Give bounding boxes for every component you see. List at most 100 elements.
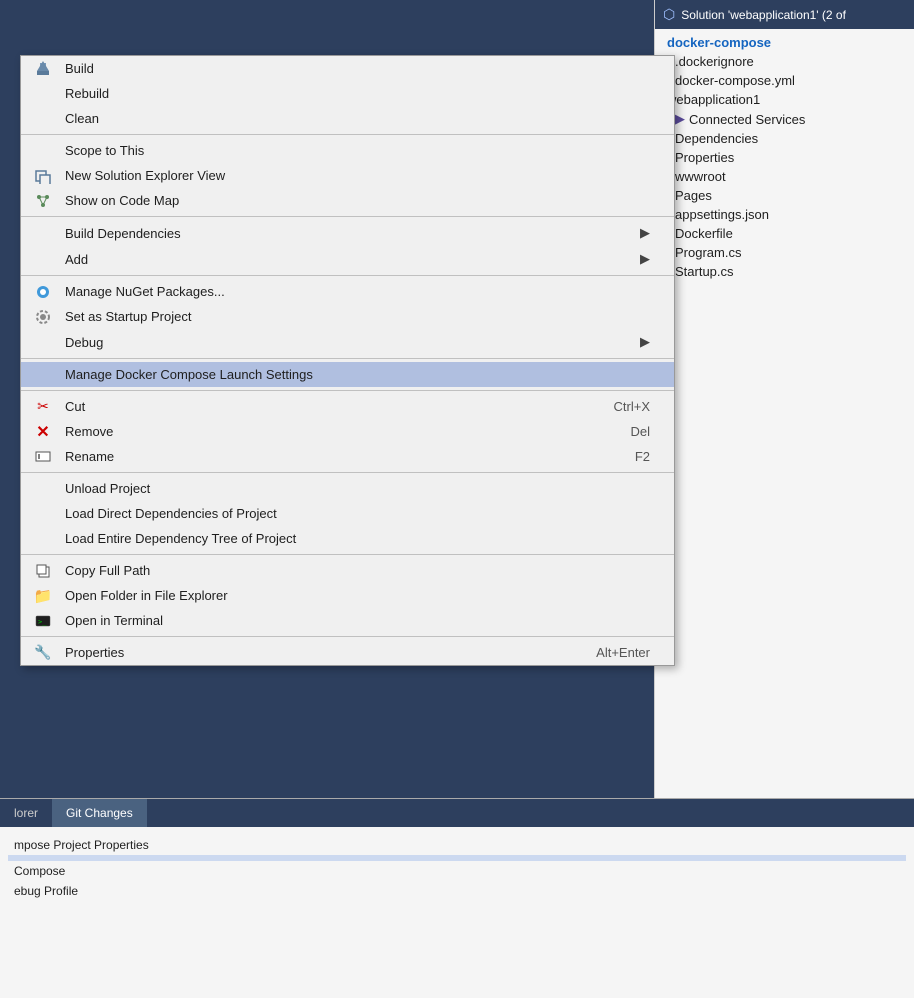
dockerfile-label: Dockerfile [675,226,733,241]
open-folder-label: Open Folder in File Explorer [65,588,228,603]
divider-6 [21,472,674,473]
menu-item-rebuild[interactable]: Rebuild [21,81,674,106]
rebuild-icon [29,84,57,104]
add-label: Add [65,252,88,267]
divider-1 [21,134,674,135]
gear-icon [29,307,57,327]
bottom-row-4-label: ebug Profile [14,884,78,898]
menu-item-load-direct-deps[interactable]: Load Direct Dependencies of Project [21,501,674,526]
divider-2 [21,216,674,217]
scope-label: Scope to This [65,143,144,158]
menu-item-manage-nuget[interactable]: Manage NuGet Packages... [21,279,674,304]
menu-item-remove[interactable]: ✕ Remove Del [21,419,674,444]
tree-item-webapplication1[interactable]: webapplication1 [655,90,914,109]
tree-item-docker-compose[interactable]: docker-compose [655,33,914,52]
build-deps-icon [29,223,57,243]
appsettings-label: appsettings.json [675,207,769,222]
copy-full-path-label: Copy Full Path [65,563,150,578]
menu-item-open-folder[interactable]: 📁 Open Folder in File Explorer [21,583,674,608]
tree-item-wwwroot[interactable]: wwwroot [655,167,914,186]
build-icon [29,59,57,79]
wwwroot-label: wwwroot [675,169,726,184]
menu-item-rename[interactable]: Rename F2 [21,444,674,469]
cut-icon: ✂ [29,397,57,417]
tree-item-connected-services[interactable]: ▶ Connected Services [655,109,914,129]
menu-item-properties[interactable]: 🔧 Properties Alt+Enter [21,640,674,665]
rename-icon [29,447,57,467]
set-startup-label: Set as Startup Project [65,309,191,324]
add-icon [29,249,57,269]
rebuild-label: Rebuild [65,86,109,101]
terminal-icon: >_ [29,611,57,631]
tab-explorer[interactable]: lorer [0,799,52,827]
tree-item-docker-compose-yml[interactable]: docker-compose.yml [655,71,914,90]
menu-item-load-entire-dep-tree[interactable]: Load Entire Dependency Tree of Project [21,526,674,551]
menu-item-set-startup[interactable]: Set as Startup Project [21,304,674,329]
divider-5 [21,390,674,391]
folder-icon: 📁 [29,586,57,606]
menu-item-scope-to-this[interactable]: Scope to This [21,138,674,163]
menu-item-cut[interactable]: ✂ Cut Ctrl+X [21,394,674,419]
new-solution-label: New Solution Explorer View [65,168,225,183]
menu-item-add[interactable]: Add ▶ [21,246,674,272]
tree-item-dockerfile[interactable]: Dockerfile [655,224,914,243]
tree-item-startup-cs[interactable]: Startup.cs [655,262,914,281]
properties-shortcut: Alt+Enter [596,645,650,660]
webapplication1-label: webapplication1 [667,92,760,107]
divider-7 [21,554,674,555]
load-direct-icon [29,504,57,524]
clean-label: Clean [65,111,99,126]
menu-item-clean[interactable]: Clean [21,106,674,131]
tree-item-appsettings[interactable]: appsettings.json [655,205,914,224]
bottom-row-1: mpose Project Properties [8,835,906,855]
build-label: Build [65,61,94,76]
pages-label: Pages [675,188,712,203]
properties-menu-label: Properties [65,645,124,660]
remove-label: Remove [65,424,113,439]
menu-item-manage-docker-compose[interactable]: Manage Docker Compose Launch Settings [21,362,674,387]
tab-explorer-label: lorer [14,806,38,820]
debug-icon [29,332,57,352]
cut-label: Cut [65,399,85,414]
context-menu: Build Rebuild Clean Scope to This New So… [20,55,675,666]
arrow-icon: ▶ [675,111,685,127]
copy-icon [29,561,57,581]
program-cs-label: Program.cs [675,245,741,260]
menu-item-open-terminal[interactable]: >_ Open in Terminal [21,608,674,633]
menu-item-build-dependencies[interactable]: Build Dependencies ▶ [21,220,674,246]
manage-nuget-label: Manage NuGet Packages... [65,284,225,299]
divider-4 [21,358,674,359]
arrow-icon-debug: ▶ [640,334,650,350]
menu-item-debug[interactable]: Debug ▶ [21,329,674,355]
docker-compose-label: docker-compose [667,35,771,50]
divider-8 [21,636,674,637]
tree-item-dockerignore[interactable]: .dockerignore [655,52,914,71]
tree-item-program-cs[interactable]: Program.cs [655,243,914,262]
bottom-row-4: ebug Profile [8,881,906,901]
tab-git-changes[interactable]: Git Changes [52,799,147,827]
tree-item-pages[interactable]: Pages [655,186,914,205]
debug-label: Debug [65,335,103,350]
manage-docker-compose-label: Manage Docker Compose Launch Settings [65,367,313,382]
tree-item-dependencies[interactable]: Dependencies [655,129,914,148]
scope-icon [29,141,57,161]
vs-icon: ⬡ [663,6,675,23]
docker-compose-menu-icon [29,365,57,385]
bottom-row-3: Compose [8,861,906,881]
show-code-map-label: Show on Code Map [65,193,179,208]
bottom-tabs: lorer Git Changes [0,799,914,827]
docker-compose-yml-label: docker-compose.yml [675,73,795,88]
menu-item-new-solution-view[interactable]: New Solution Explorer View [21,163,674,188]
menu-item-copy-full-path[interactable]: Copy Full Path [21,558,674,583]
tree-item-properties[interactable]: Properties [655,148,914,167]
open-terminal-label: Open in Terminal [65,613,163,628]
wrench-icon: 🔧 [29,643,57,663]
cut-shortcut: Ctrl+X [614,399,650,414]
load-direct-label: Load Direct Dependencies of Project [65,506,277,521]
menu-item-unload-project[interactable]: Unload Project [21,476,674,501]
rename-label: Rename [65,449,114,464]
menu-item-show-code-map[interactable]: Show on Code Map [21,188,674,213]
code-map-icon [29,191,57,211]
menu-item-build[interactable]: Build [21,56,674,81]
solution-explorer-header: ⬡ Solution 'webapplication1' (2 of [655,0,914,29]
